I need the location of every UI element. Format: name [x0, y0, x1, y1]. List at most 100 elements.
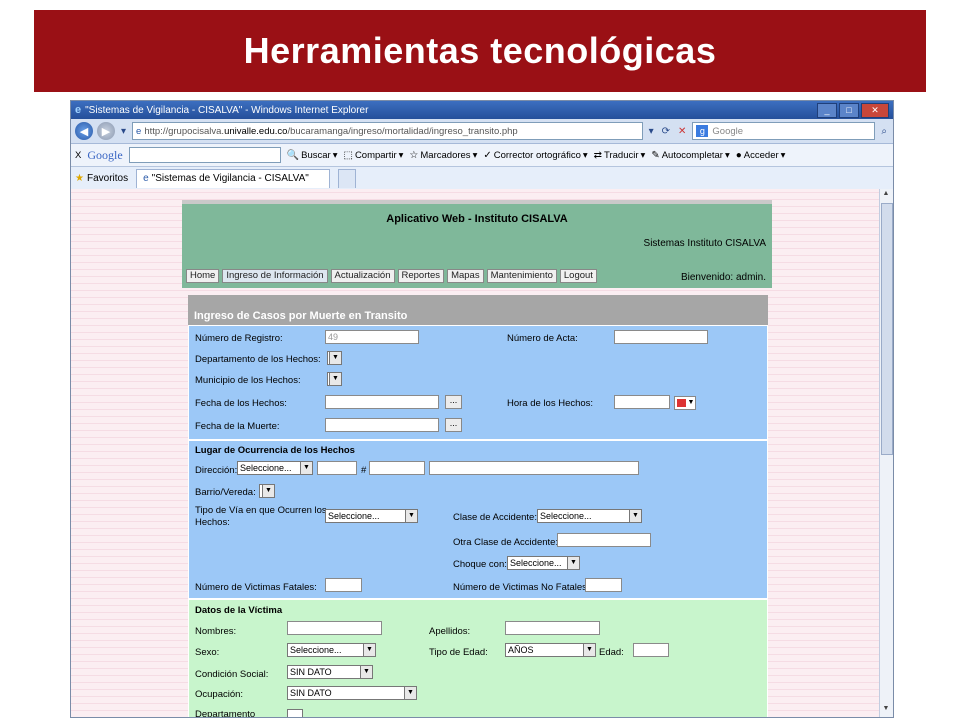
sexo-select[interactable]: Seleccione... ▼	[287, 643, 376, 657]
welcome-text: Bienvenido: admin.	[680, 272, 766, 283]
google-search-input[interactable]	[128, 147, 281, 163]
translate-icon: ⇄	[593, 149, 603, 161]
back-button[interactable]: ◀	[75, 122, 93, 140]
toolbar-compartir[interactable]: ⬚ Compartir ▾	[343, 150, 403, 161]
departamento-label: Departamento de los Hechos:	[195, 354, 321, 365]
search-input[interactable]: g Google	[692, 122, 876, 140]
clase-select[interactable]: Seleccione... ▼	[537, 509, 642, 523]
toolbar-autocompletar[interactable]: ✎ Autocompletar ▾	[651, 150, 729, 161]
direccion-label: Dirección:	[195, 465, 238, 476]
nav-logout[interactable]: Logout	[559, 269, 597, 283]
victima-departamento-label: Departamento	[195, 709, 256, 717]
toolbar-buscar[interactable]: 🔍 Buscar ▾	[287, 150, 338, 161]
condicion-select[interactable]: SIN DATO ▼	[287, 665, 373, 679]
time-picker-button[interactable]: ▼	[674, 396, 696, 410]
minimize-button[interactable]: _	[817, 102, 837, 118]
nombres-label: Nombres:	[195, 626, 237, 637]
star-icon: ★	[75, 172, 84, 184]
direccion-select[interactable]: Seleccione... ▼	[237, 461, 313, 475]
ocupacion-select[interactable]: SIN DATO ▼	[287, 686, 417, 700]
victima-departamento-select[interactable]	[287, 709, 303, 717]
fecha-hechos-input[interactable]	[325, 395, 439, 409]
maximize-button[interactable]: □	[839, 102, 859, 118]
fecha-hechos-picker-button[interactable]: ...	[445, 395, 462, 409]
user-icon: ●	[735, 149, 742, 161]
address-bar: ◀ ▶ ▾ e http://grupocisalva. univalle.edu…	[71, 119, 893, 144]
toolbar-close-button[interactable]: X	[75, 150, 81, 161]
direccion-complement[interactable]	[429, 461, 639, 475]
municipio-select[interactable]: ▼	[327, 372, 342, 386]
search-icon: 🔍	[286, 149, 300, 161]
search-icon[interactable]: ⌕	[879, 126, 889, 137]
forward-button[interactable]: ▶	[97, 122, 115, 140]
acta-input[interactable]	[614, 330, 708, 344]
choque-select[interactable]: Seleccione... ▼	[507, 556, 580, 570]
chevron-down-icon: ▼	[329, 373, 341, 385]
departamento-select[interactable]: ▼	[327, 351, 342, 365]
barrio-select[interactable]: ▼	[259, 484, 275, 498]
tipo-edad-select[interactable]: AÑOS ▼	[505, 643, 596, 657]
ocupacion-label: Ocupación:	[195, 689, 244, 700]
form-title: Ingreso de Casos por Muerte en Transito	[188, 295, 768, 325]
fecha-muerte-input[interactable]	[325, 418, 439, 432]
refresh-icon[interactable]: ⟳	[660, 126, 672, 137]
victimas-fatales-label: Número de Victimas Fatales:	[195, 582, 317, 593]
fecha-hechos-label: Fecha de los Hechos:	[195, 398, 287, 409]
stop-icon[interactable]: ✕	[676, 126, 688, 137]
clock-icon	[677, 399, 686, 407]
nav-mantenimiento[interactable]: Mantenimiento	[486, 269, 557, 283]
otra-clase-input[interactable]	[557, 533, 651, 547]
web-app: Aplicativo Web - Instituto CISALVA Siste…	[182, 200, 772, 717]
url-input[interactable]: e http://grupocisalva. univalle.edu.co/bu…	[132, 122, 643, 140]
apellidos-label: Apellidos:	[429, 626, 471, 637]
registro-input[interactable]: 49	[325, 330, 419, 344]
scroll-down-icon[interactable]: ▼	[881, 705, 891, 716]
ie-logo-icon: e	[75, 104, 82, 116]
chevron-down-icon: ▼	[567, 557, 579, 569]
url-dropdown-icon[interactable]: ▾	[647, 126, 656, 137]
victimas-fatales-input[interactable]	[325, 578, 362, 592]
nav-home[interactable]: Home	[186, 269, 220, 283]
nav-mapas[interactable]: Mapas	[447, 269, 484, 283]
victimas-no-fatales-input[interactable]	[585, 578, 622, 592]
condicion-label: Condición Social:	[195, 669, 269, 680]
browser-tab[interactable]: e "Sistemas de Vigilancia - CISALVA"	[136, 168, 331, 188]
window-titlebar: e "Sistemas de Vigilancia - CISALVA" - W…	[71, 101, 893, 119]
toolbar-traducir[interactable]: ⇄ Traducir ▾	[594, 150, 646, 161]
edad-input[interactable]	[633, 643, 669, 657]
direccion-number-1[interactable]	[317, 461, 357, 475]
fecha-muerte-picker-button[interactable]: ...	[445, 418, 462, 432]
slide-banner: Herramientas tecnológicas	[34, 10, 926, 92]
toolbar-acceder[interactable]: ● Acceder ▾	[736, 150, 786, 161]
app-nav: Home Ingreso de Información Actualizació…	[186, 269, 597, 283]
toolbar-corrector[interactable]: ✓ Corrector ortográfico ▾	[483, 150, 587, 161]
vertical-scrollbar[interactable]: ▲ ▼	[879, 189, 893, 717]
chevron-down-icon: ▼	[583, 644, 595, 656]
nav-reportes[interactable]: Reportes	[397, 269, 445, 283]
history-dropdown-icon[interactable]: ▾	[119, 126, 128, 137]
tipo-via-label-2: Hechos:	[195, 517, 230, 528]
chevron-down-icon: ▼	[687, 399, 695, 406]
apellidos-input[interactable]	[505, 621, 600, 635]
fecha-muerte-label: Fecha de la Muerte:	[195, 421, 280, 432]
chevron-down-icon: ▼	[629, 510, 641, 522]
google-icon: g	[696, 125, 709, 137]
new-tab-button[interactable]	[338, 168, 357, 188]
nav-ingreso[interactable]: Ingreso de Información	[222, 269, 328, 283]
scroll-thumb[interactable]	[881, 203, 893, 455]
nav-actualizacion[interactable]: Actualización	[330, 269, 395, 283]
favorites-bar: ★ Favoritos e "Sistemas de Vigilancia - CI…	[71, 167, 893, 190]
section-victima: Datos de la Víctima Nombres: Apellidos: …	[188, 599, 768, 717]
toolbar-marcadores[interactable]: ☆ Marcadores ▾	[409, 150, 477, 161]
scroll-up-icon[interactable]: ▲	[881, 190, 891, 201]
victima-heading: Datos de la Víctima	[195, 605, 283, 616]
favorites-button[interactable]: ★ Favoritos	[75, 173, 128, 184]
municipio-label: Municipio de los Hechos:	[195, 375, 301, 386]
nombres-input[interactable]	[287, 621, 382, 635]
close-window-button[interactable]: ✕	[861, 102, 889, 118]
tipo-via-select[interactable]: Seleccione... ▼	[325, 509, 418, 523]
share-icon: ⬚	[343, 149, 353, 161]
hora-hechos-input[interactable]	[614, 395, 670, 409]
direccion-number-2[interactable]	[369, 461, 425, 475]
google-logo: Google	[87, 147, 123, 162]
